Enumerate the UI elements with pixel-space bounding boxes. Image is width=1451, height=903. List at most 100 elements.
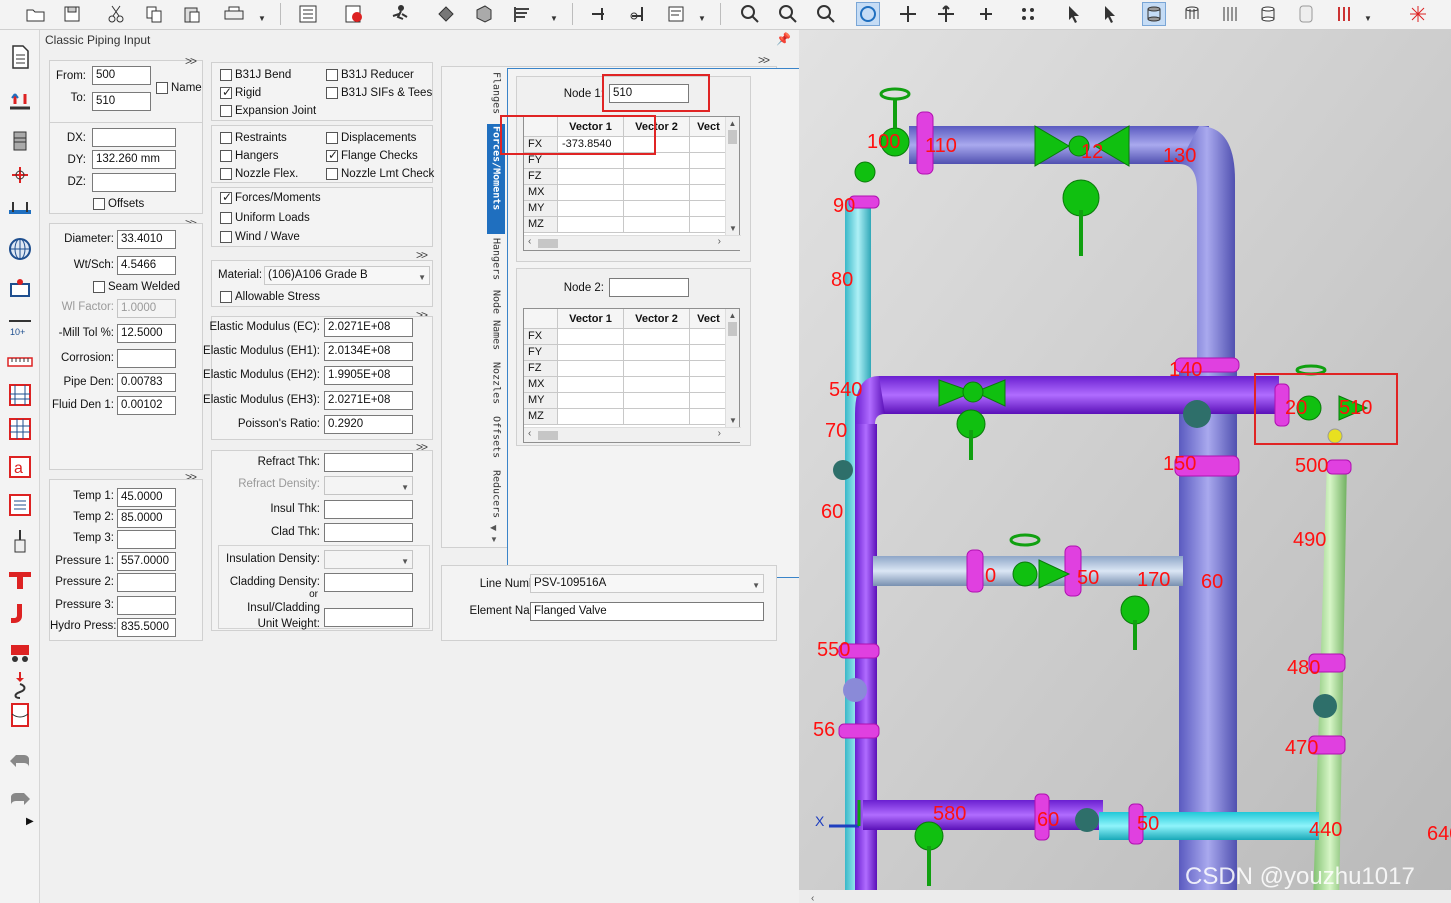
tab-hangers[interactable]: Hangers <box>487 236 505 284</box>
grid-column-header[interactable]: Vect <box>690 117 728 137</box>
offsets-checkbox[interactable] <box>93 198 105 210</box>
expand-chevron-icon[interactable]: >> <box>185 54 197 68</box>
horizontal-scrollbar[interactable]: ‹ › <box>524 427 741 442</box>
print-icon[interactable] <box>222 2 246 26</box>
equipment-icon[interactable] <box>5 636 35 666</box>
grid-cell[interactable] <box>690 345 728 361</box>
hanger-icon[interactable] <box>5 194 35 224</box>
displacement-icon[interactable] <box>5 274 35 304</box>
from-node-input[interactable]: 500 <box>92 66 151 85</box>
to-node-input[interactable]: 510 <box>92 92 151 111</box>
grid-cell[interactable] <box>558 409 624 425</box>
tab-flanges[interactable]: Flanges <box>487 70 505 120</box>
expand-chevron-icon[interactable]: >> <box>758 53 770 67</box>
grid-cell[interactable] <box>690 153 728 169</box>
tab-node-names[interactable]: Node Names <box>487 288 505 356</box>
allowable-stress-checkbox[interactable] <box>220 291 232 303</box>
grid-cell[interactable] <box>558 361 624 377</box>
material-select[interactable]: (106)A106 Grade B ▼ <box>264 266 430 285</box>
frame-icon[interactable] <box>5 380 35 410</box>
bend-icon[interactable] <box>5 86 35 116</box>
tab-reducers[interactable]: Reducers <box>487 468 505 522</box>
pressure2-input[interactable] <box>117 573 176 592</box>
zoom-window-icon[interactable] <box>814 2 838 26</box>
grid-cell[interactable] <box>690 185 728 201</box>
refract-density-select[interactable]: ▼ <box>324 476 413 495</box>
element-name-input[interactable]: Flanged Valve <box>530 602 764 621</box>
temp2-input[interactable]: 85.0000 <box>117 509 176 528</box>
grid-cell[interactable] <box>690 217 728 233</box>
grid-cell[interactable] <box>624 185 690 201</box>
dz-input[interactable] <box>92 173 176 192</box>
grid-cell[interactable] <box>624 361 690 377</box>
pin-icon[interactable]: 📌 <box>776 32 791 46</box>
run-analysis-icon[interactable] <box>388 2 412 26</box>
pipe-density-input[interactable]: 0.00783 <box>117 373 176 392</box>
grid-cell[interactable] <box>558 169 624 185</box>
grid-cell[interactable] <box>558 153 624 169</box>
grid-cell[interactable] <box>558 201 624 217</box>
tee-icon[interactable] <box>5 564 35 594</box>
nozzle-icon[interactable] <box>5 526 35 556</box>
clad-thickness-input[interactable] <box>324 523 413 542</box>
redo-icon[interactable] <box>5 784 35 814</box>
tab-offsets[interactable]: Offsets <box>487 414 505 464</box>
grid-cell[interactable] <box>558 217 624 233</box>
horizontal-scrollbar[interactable]: ‹ › <box>524 235 741 250</box>
tab-scroll-icon[interactable]: ◀ ▼ <box>490 522 498 546</box>
grid-cell[interactable] <box>624 329 690 345</box>
element-list-icon[interactable] <box>664 2 688 26</box>
structure-icon[interactable] <box>5 414 35 444</box>
explode-icon[interactable] <box>1406 2 1430 26</box>
diameter-input[interactable]: 33.4010 <box>117 230 176 249</box>
silhouette-icon[interactable] <box>1256 2 1280 26</box>
dx-input[interactable] <box>92 128 176 147</box>
grid-cell[interactable] <box>624 377 690 393</box>
restraint-icon[interactable] <box>586 2 610 26</box>
elastic-modulus-ec-input[interactable]: 2.0271E+08 <box>324 318 413 337</box>
render-mode-icon[interactable] <box>1142 2 1166 26</box>
document-icon[interactable] <box>5 42 35 72</box>
grid-cell[interactable] <box>624 393 690 409</box>
name-checkbox[interactable] <box>156 82 168 94</box>
grid-cell[interactable] <box>624 169 690 185</box>
elastic-modulus-eh2-input[interactable]: 1.9905E+08 <box>324 366 413 385</box>
b31j-sifs-checkbox[interactable] <box>326 87 338 99</box>
move-icon[interactable] <box>934 2 958 26</box>
wireframe-icon[interactable] <box>1180 2 1204 26</box>
unit-weight-input[interactable] <box>324 608 413 627</box>
restraint-icon[interactable] <box>5 160 35 190</box>
color-dropdown-icon[interactable]: ▼ <box>1364 14 1372 23</box>
error-check-icon[interactable] <box>342 2 366 26</box>
pan-icon[interactable] <box>896 2 920 26</box>
uniform-loads-checkbox[interactable] <box>220 212 232 224</box>
paste-icon[interactable] <box>180 2 204 26</box>
flow-icon[interactable] <box>5 670 35 700</box>
restraints-checkbox[interactable] <box>220 132 232 144</box>
grid-cell[interactable] <box>624 201 690 217</box>
grid-cell[interactable] <box>558 377 624 393</box>
elastic-modulus-eh1-input[interactable]: 2.0134E+08 <box>324 342 413 361</box>
grid-cell[interactable] <box>558 345 624 361</box>
rigid-checkbox[interactable] <box>220 85 232 99</box>
vertical-scrollbar[interactable]: ▲ ▼ <box>725 309 739 427</box>
mill-tolerance-input[interactable]: 12.5000 <box>117 324 176 343</box>
hidden-line-icon[interactable] <box>1218 2 1242 26</box>
poissons-ratio-input[interactable]: 0.2920 <box>324 415 413 434</box>
wall-thickness-input[interactable]: 4.5466 <box>117 256 176 275</box>
nozzle-limit-check-checkbox[interactable] <box>326 168 338 180</box>
grid-column-header[interactable]: Vector 2 <box>624 309 690 329</box>
element-dropdown-icon[interactable]: ▼ <box>698 14 706 23</box>
forces-grid-node2[interactable]: Vector 1 Vector 2 Vect FX FY FZ MX MY MZ ▲ ▼ ‹ › <box>523 308 741 443</box>
ruler-icon[interactable] <box>5 346 35 376</box>
select-group-icon[interactable] <box>1098 2 1122 26</box>
wl-factor-input[interactable]: 1.0000 <box>117 299 176 318</box>
expansion-joint-icon[interactable] <box>5 126 35 156</box>
stress-isometric-icon[interactable] <box>512 2 536 26</box>
globe-icon[interactable] <box>5 234 35 264</box>
zoom-in-icon[interactable] <box>738 2 762 26</box>
grid-cell[interactable] <box>690 137 728 153</box>
grid-cell[interactable] <box>558 329 624 345</box>
grid-cell[interactable] <box>690 361 728 377</box>
b31j-reducer-checkbox[interactable] <box>326 69 338 81</box>
